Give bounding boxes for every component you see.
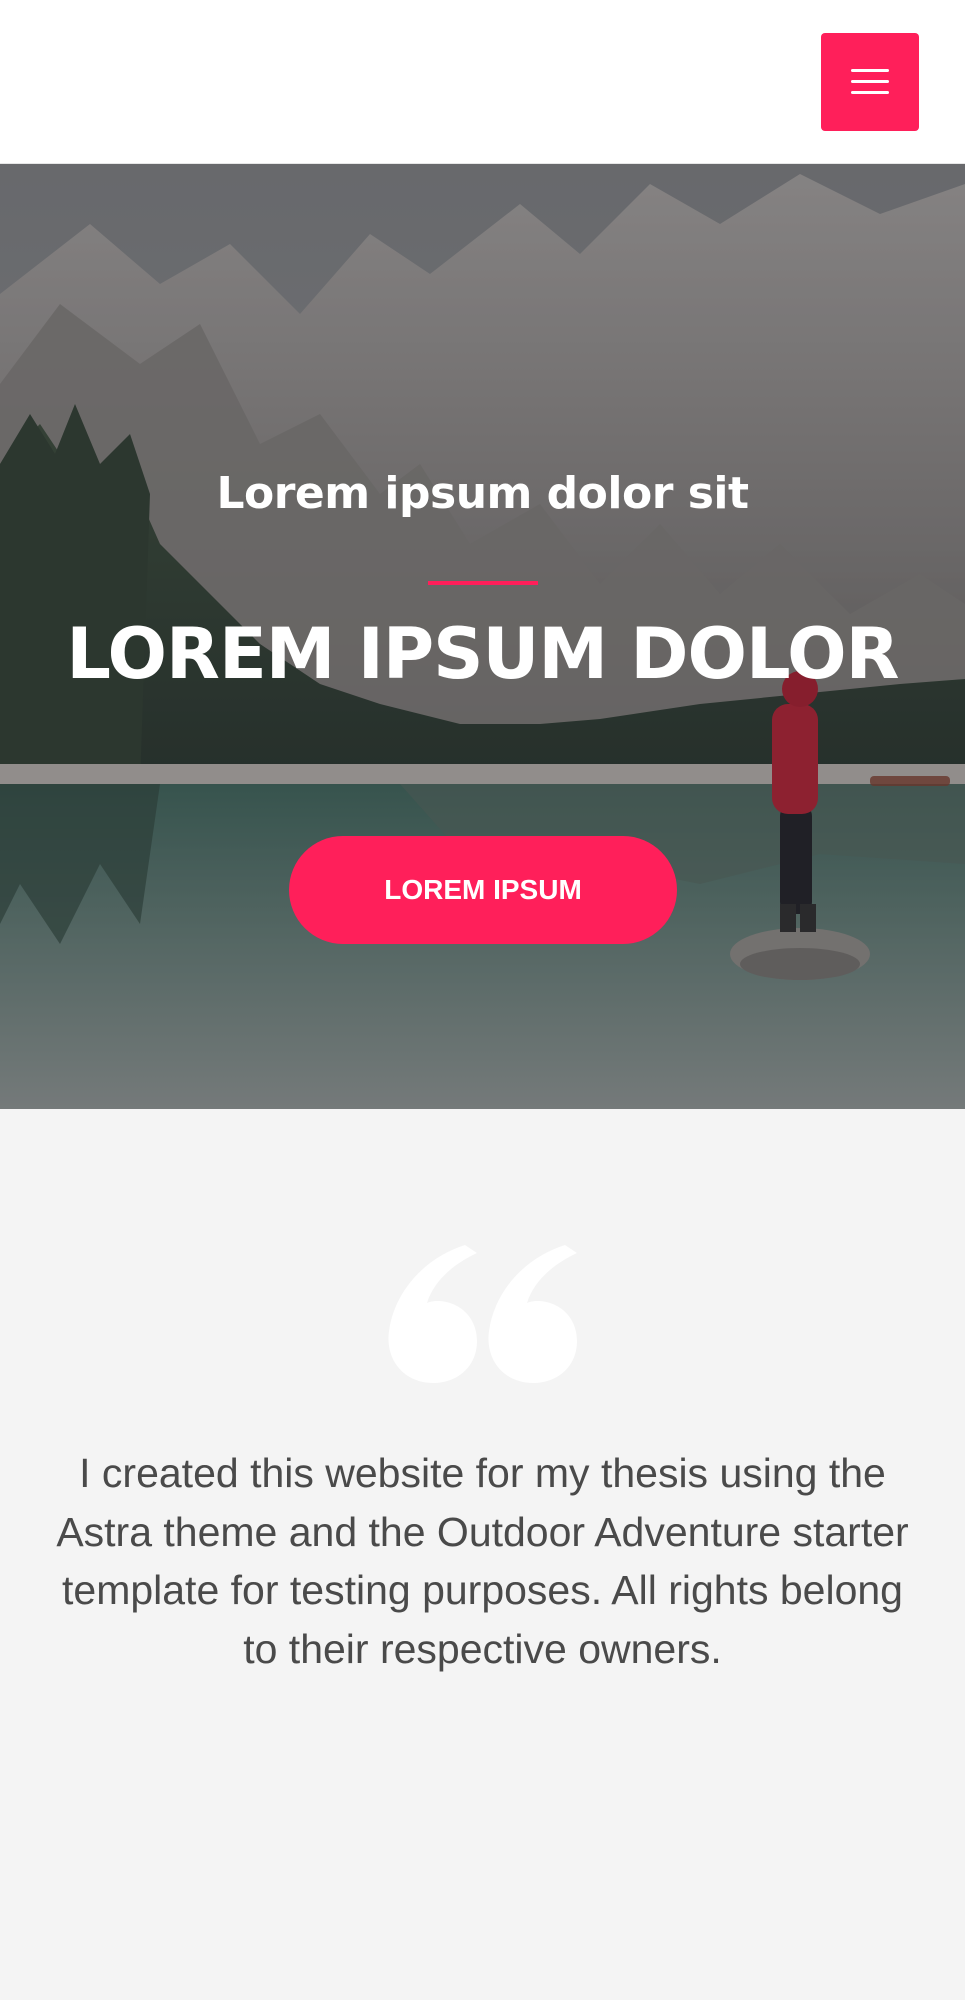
testimonial-section: I created this website for my thesis usi…	[0, 1109, 965, 2000]
hero-subtitle: Lorem ipsum dolor sit	[216, 468, 749, 519]
quote-icon	[388, 1245, 577, 1383]
menu-toggle-button[interactable]	[821, 33, 919, 131]
testimonial-text: I created this website for my thesis usi…	[56, 1450, 909, 1672]
hero-divider	[428, 581, 538, 585]
hero-section: Lorem ipsum dolor sit LOREM IPSUM DOLOR …	[0, 164, 965, 1109]
hero-cta-button[interactable]: LOREM IPSUM	[289, 836, 677, 944]
site-header	[0, 0, 965, 164]
hero-title: LOREM IPSUM DOLOR	[66, 613, 899, 695]
